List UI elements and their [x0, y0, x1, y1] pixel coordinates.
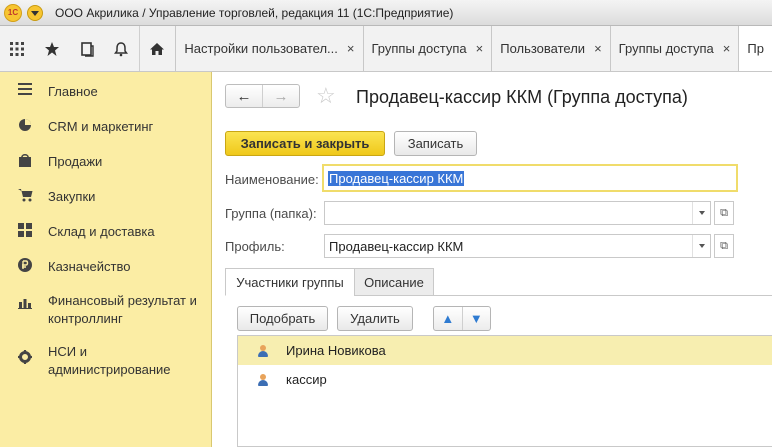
gear-icon [18, 343, 48, 367]
tab-users[interactable]: Пользователи × [491, 26, 610, 71]
sidebar-item-label: CRM и маркетинг [48, 119, 154, 134]
name-value: Продавец-кассир ККМ [328, 170, 465, 186]
bar-chart-icon [18, 292, 48, 312]
close-icon[interactable]: × [723, 41, 731, 56]
tab-label: Пользователи [500, 41, 586, 56]
forward-arrow-icon[interactable]: → [263, 85, 299, 107]
open-icon[interactable]: ⧉ [714, 234, 734, 258]
1c-logo-icon[interactable]: 1С [4, 3, 22, 22]
sidebar-item-label: Продажи [48, 154, 103, 169]
tab-description[interactable]: Описание [354, 268, 434, 296]
close-icon[interactable]: × [476, 41, 484, 56]
move-up-icon[interactable]: ▲ [434, 307, 462, 330]
tab-current-form[interactable]: Пр [738, 26, 772, 71]
move-down-icon[interactable]: ▼ [461, 307, 491, 330]
sidebar-item-label: Казначейство [48, 259, 131, 274]
group-field[interactable] [324, 201, 711, 225]
delete-button[interactable]: Удалить [337, 306, 413, 331]
list-item[interactable]: кассир [238, 365, 772, 394]
tab-access-groups-2[interactable]: Группы доступа × [609, 26, 739, 71]
sidebar-item-label: Закупки [48, 189, 96, 204]
pie-chart-icon [18, 118, 48, 135]
bell-icon[interactable] [104, 26, 139, 71]
tab-label: Пр [747, 41, 764, 56]
tab-label: Настройки пользовател... [184, 41, 338, 56]
tab-label: Группы доступа [371, 41, 467, 56]
home-icon[interactable] [138, 26, 174, 71]
sidebar-item-crm[interactable]: CRM и маркетинг [0, 118, 153, 136]
sidebar-item-label: Склад и доставка [48, 224, 155, 239]
chevron-down-icon[interactable] [692, 235, 710, 257]
pick-button[interactable]: Подобрать [237, 306, 328, 331]
sidebar-item-sales[interactable]: Продажи [0, 153, 102, 171]
group-label: Группа (папка): [225, 206, 317, 221]
profile-value: Продавец-кассир ККМ [329, 238, 464, 254]
window-title: ООО Акрилика / Управление торговлей, ред… [55, 5, 454, 20]
warehouse-icon [18, 223, 48, 240]
save-and-close-button[interactable]: Записать и закрыть [225, 131, 385, 156]
menu-icon [18, 83, 48, 98]
member-name: Ирина Новикова [286, 343, 386, 358]
favorite-star-icon[interactable]: ☆ [316, 84, 336, 108]
bag-icon [18, 153, 48, 170]
tab-members[interactable]: Участники группы [225, 268, 355, 296]
sidebar-item-label: Главное [48, 84, 98, 99]
profile-field[interactable]: Продавец-кассир ККМ [324, 234, 711, 258]
name-field[interactable]: Продавец-кассир ККМ [322, 164, 738, 192]
tab-label: Группы доступа [618, 41, 714, 56]
sidebar-item-admin[interactable]: НСИ и администрирование [0, 343, 188, 379]
star-icon[interactable] [35, 26, 70, 71]
sidebar-item-label: НСИ и администрирование [48, 344, 171, 377]
user-icon [256, 344, 270, 358]
move-buttons: ▲ ▼ [433, 306, 491, 331]
toolbar: Настройки пользовател... × Группы доступ… [0, 26, 772, 72]
form-area: ← → ☆ Продавец-кассир ККМ (Группа доступ… [213, 72, 772, 447]
profile-label: Профиль: [225, 239, 285, 254]
sidebar-item-treasury[interactable]: Казначейство [0, 258, 130, 276]
sidebar-item-label: Финансовый результат и контроллинг [48, 293, 197, 326]
name-label: Наименование: [225, 172, 319, 187]
save-button[interactable]: Записать [394, 131, 477, 156]
nav-buttons: ← → [225, 84, 300, 108]
sidebar-item-warehouse[interactable]: Склад и доставка [0, 223, 155, 241]
title-bar: 1С ООО Акрилика / Управление торговлей, … [0, 0, 772, 26]
page-title: Продавец-кассир ККМ (Группа доступа) [356, 87, 688, 107]
tab-user-settings[interactable]: Настройки пользовател... × [175, 26, 363, 71]
cart-icon [18, 188, 48, 205]
history-icon[interactable] [69, 26, 104, 71]
sidebar-item-finance[interactable]: Финансовый результат и контроллинг [0, 292, 208, 328]
sidebar: Главное CRM и маркетинг Продажи Закупки … [0, 72, 212, 447]
sidebar-item-main[interactable]: Главное [0, 83, 98, 101]
back-arrow-icon[interactable]: ← [226, 85, 263, 107]
open-icon[interactable]: ⧉ [714, 201, 734, 225]
list-item[interactable]: Ирина Новикова [238, 336, 772, 365]
apps-grid-icon[interactable] [0, 26, 35, 71]
chevron-down-icon[interactable] [692, 202, 710, 224]
ruble-icon [18, 258, 48, 275]
close-icon[interactable]: × [594, 41, 602, 56]
sidebar-item-purchases[interactable]: Закупки [0, 188, 95, 206]
user-icon [256, 373, 270, 387]
main-menu-dropdown-icon[interactable] [27, 4, 43, 21]
members-list: Ирина Новикова кассир [237, 335, 772, 447]
close-icon[interactable]: × [347, 41, 355, 56]
tab-access-groups[interactable]: Группы доступа × [362, 26, 492, 71]
member-name: кассир [286, 372, 327, 387]
